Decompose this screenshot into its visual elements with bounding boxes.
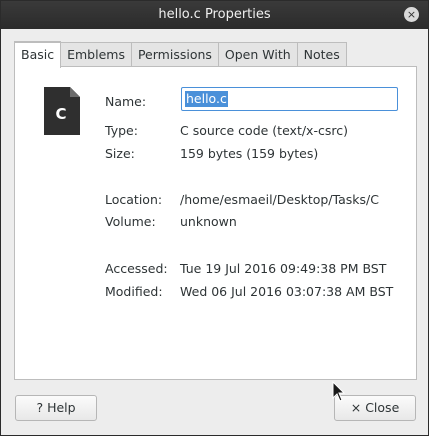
volume-value: unknown (180, 214, 237, 229)
size-value: 159 bytes (159 bytes) (180, 146, 319, 161)
basic-panel: C Name: hello.c Type: C source code (tex… (14, 66, 417, 380)
volume-label: Volume: (105, 214, 156, 229)
tab-emblems[interactable]: Emblems (61, 42, 132, 66)
mouse-pointer-icon (332, 381, 346, 402)
name-input-selected-text[interactable]: hello.c (185, 91, 228, 107)
properties-window: hello.c Properties × Basic Emblems Permi… (0, 0, 429, 436)
help-button[interactable]: ? Help (15, 395, 97, 421)
help-button-label: Help (47, 400, 76, 415)
accessed-value: Tue 19 Jul 2016 09:49:38 PM BST (180, 261, 387, 276)
close-button[interactable]: × Close (334, 395, 416, 421)
window-close-icon[interactable]: × (404, 7, 419, 22)
close-icon: × (350, 400, 362, 415)
tab-bar: Basic Emblems Permissions Open With Note… (14, 41, 347, 68)
c-source-file-icon: C (44, 87, 80, 135)
title-bar[interactable]: hello.c Properties × (1, 1, 428, 29)
type-value: C source code (text/x-csrc) (180, 123, 348, 138)
accessed-label: Accessed: (105, 261, 168, 276)
tab-basic[interactable]: Basic (14, 41, 62, 68)
location-value: /home/esmaeil/Desktop/Tasks/C (180, 192, 379, 207)
modified-value: Wed 06 Jul 2016 03:07:38 AM BST (180, 284, 394, 299)
question-icon: ? (36, 400, 44, 415)
name-label: Name: (105, 94, 147, 109)
type-label: Type: (105, 123, 138, 138)
tab-open-with[interactable]: Open With (218, 42, 298, 66)
name-input[interactable]: hello.c (181, 87, 398, 111)
modified-label: Modified: (105, 284, 163, 299)
tab-permissions[interactable]: Permissions (131, 42, 219, 66)
close-button-label: Close (365, 400, 400, 415)
location-label: Location: (105, 192, 163, 207)
window-title: hello.c Properties (158, 7, 271, 22)
tab-notes[interactable]: Notes (297, 42, 347, 66)
file-icon-letter: C (55, 105, 66, 123)
size-label: Size: (105, 146, 135, 161)
